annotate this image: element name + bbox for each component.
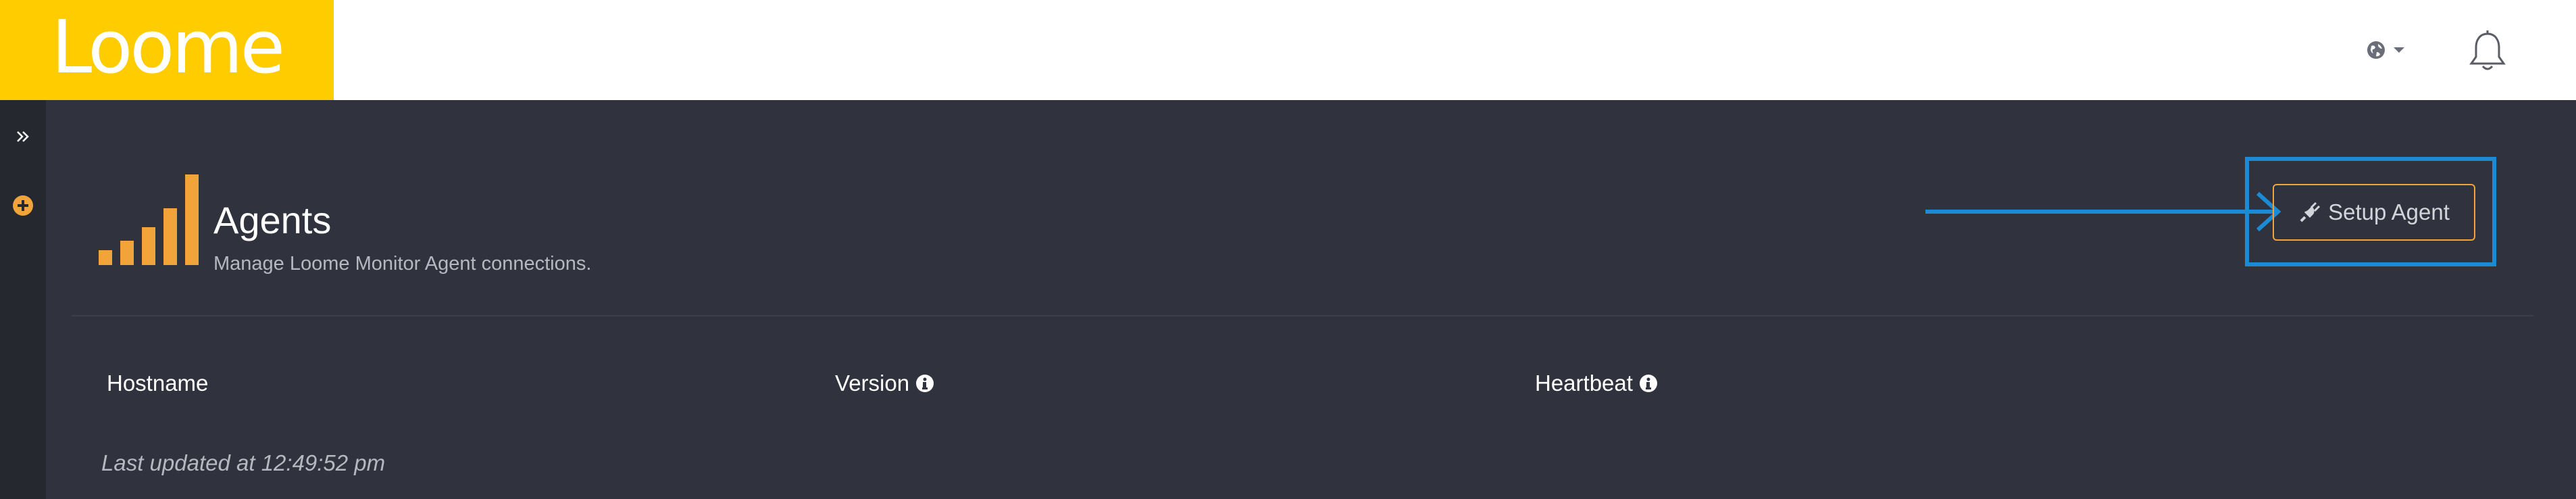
caret-down-icon	[2394, 47, 2404, 53]
column-header-label: Version	[835, 371, 910, 396]
info-icon[interactable]	[1638, 373, 1659, 394]
info-icon[interactable]	[915, 373, 935, 394]
loome-logo[interactable]: Loome	[0, 0, 334, 100]
page-title: Agents	[213, 199, 332, 241]
notifications-button[interactable]	[2467, 30, 2508, 73]
header-divider	[72, 315, 2533, 316]
signal-bars-icon	[99, 174, 199, 265]
double-chevron-right-icon	[17, 131, 29, 142]
main-content: Agents Manage Loome Monitor Agent connec…	[46, 100, 2576, 499]
column-header-version[interactable]: Version	[835, 372, 935, 394]
column-header-hostname[interactable]: Hostname	[107, 372, 208, 394]
column-header-heartbeat[interactable]: Heartbeat	[1535, 372, 1659, 394]
setup-agent-button[interactable]: Setup Agent	[2273, 184, 2475, 241]
page-subtitle: Manage Loome Monitor Agent connections.	[213, 253, 592, 275]
annotation-arrow	[1925, 191, 2281, 232]
logo-text: Loome	[51, 5, 285, 90]
top-bar: Loome	[0, 0, 2576, 100]
language-selector[interactable]	[2366, 35, 2413, 65]
column-header-label: Heartbeat	[1535, 371, 1633, 396]
plus-circle-icon	[13, 195, 33, 216]
setup-agent-label: Setup Agent	[2328, 199, 2450, 224]
sidebar-expand-button[interactable]	[9, 123, 36, 150]
sidebar-add-button[interactable]	[11, 193, 35, 218]
bell-icon	[2469, 30, 2506, 70]
column-header-label: Hostname	[107, 371, 209, 396]
sidebar	[0, 100, 46, 499]
globe-icon	[2367, 41, 2385, 59]
plug-icon	[2300, 201, 2321, 222]
last-updated-status: Last updated at 12:49:52 pm	[101, 450, 386, 475]
